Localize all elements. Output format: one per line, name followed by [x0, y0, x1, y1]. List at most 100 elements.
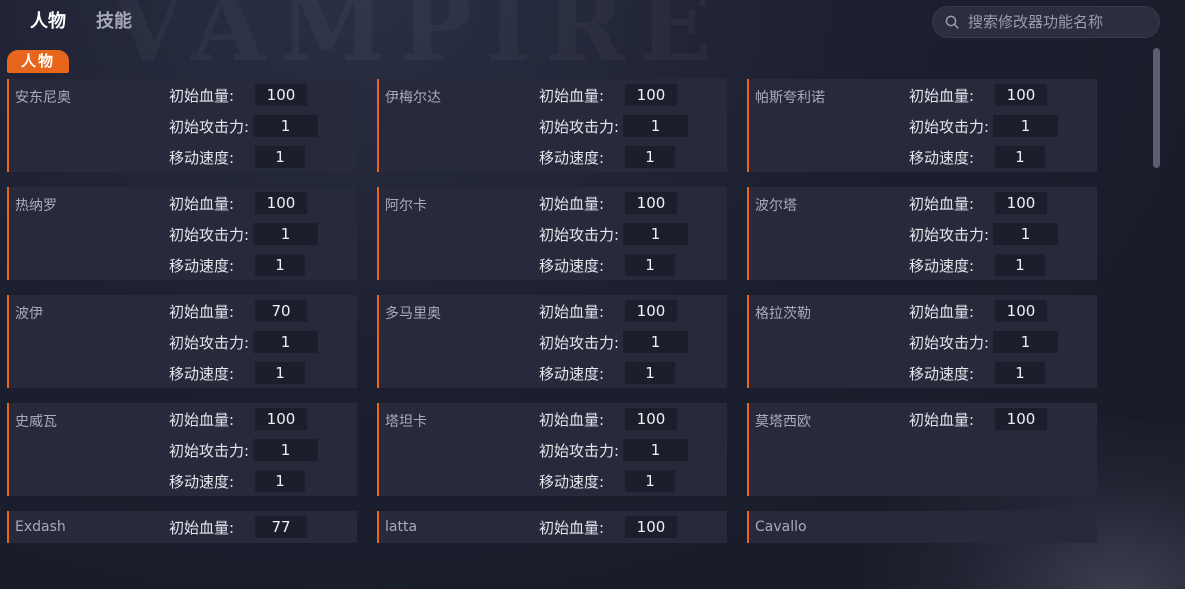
- hp-row: 初始血量: 100: [539, 192, 677, 214]
- hp-field[interactable]: 100: [995, 84, 1047, 106]
- hp-field[interactable]: 100: [255, 192, 307, 214]
- hp-field[interactable]: 100: [995, 300, 1047, 322]
- hp-field[interactable]: 100: [625, 192, 677, 214]
- hp-field[interactable]: 100: [625, 516, 677, 538]
- attack-field[interactable]: 1: [623, 115, 688, 137]
- hp-label: 初始血量:: [909, 302, 975, 321]
- speed-field[interactable]: 1: [255, 254, 305, 276]
- scrollbar[interactable]: [1152, 48, 1161, 538]
- hp-field[interactable]: 100: [625, 300, 677, 322]
- attack-label: 初始攻击力:: [169, 333, 250, 352]
- speed-label: 移动速度:: [539, 148, 605, 167]
- character-card: 多马里奥 初始血量: 100 初始攻击力: 1 移动速度: 1: [377, 295, 727, 388]
- attack-label: 初始攻击力:: [539, 117, 620, 136]
- hp-field[interactable]: 100: [255, 408, 307, 430]
- attack-label: 初始攻击力:: [539, 333, 620, 352]
- hp-row: 初始血量: 100: [169, 408, 307, 430]
- speed-field[interactable]: 1: [995, 146, 1045, 168]
- character-card: Exdash 初始血量: 77: [7, 511, 357, 543]
- hp-field[interactable]: 100: [255, 84, 307, 106]
- character-name: 阿尔卡: [385, 198, 427, 214]
- hp-label: 初始血量:: [539, 86, 605, 105]
- spd-row: 移动速度: 1: [539, 254, 675, 276]
- spd-row: 移动速度: 1: [909, 254, 1045, 276]
- hp-row: 初始血量: 100: [539, 408, 677, 430]
- speed-label: 移动速度:: [909, 148, 975, 167]
- hp-row: 初始血量: 100: [909, 192, 1047, 214]
- speed-field[interactable]: 1: [255, 470, 305, 492]
- spd-row: 移动速度: 1: [909, 146, 1045, 168]
- hp-row: 初始血量: 100: [539, 84, 677, 106]
- speed-field[interactable]: 1: [625, 470, 675, 492]
- hp-field[interactable]: 100: [995, 192, 1047, 214]
- attack-field[interactable]: 1: [253, 115, 318, 137]
- character-list-viewport: 安东尼奥 初始血量: 100 初始攻击力: 1 移动速度: 1 伊梅尔达 初始血量: 100 初始攻…: [0, 78, 1150, 543]
- search-input[interactable]: [966, 12, 1150, 32]
- attack-field[interactable]: 1: [253, 331, 318, 353]
- hp-label: 初始血量:: [909, 410, 975, 429]
- character-card: Cavallo: [747, 511, 1097, 543]
- speed-label: 移动速度:: [169, 472, 235, 491]
- character-card: 伊梅尔达 初始血量: 100 初始攻击力: 1 移动速度: 1: [377, 79, 727, 172]
- speed-field[interactable]: 1: [255, 146, 305, 168]
- atk-row: 初始攻击力: 1: [169, 331, 318, 353]
- hp-label: 初始血量:: [539, 410, 605, 429]
- attack-field[interactable]: 1: [253, 439, 318, 461]
- hp-field[interactable]: 100: [995, 408, 1047, 430]
- character-card: 帕斯夸利诺 初始血量: 100 初始攻击力: 1 移动速度: 1: [747, 79, 1097, 172]
- attack-label: 初始攻击力:: [539, 225, 620, 244]
- speed-label: 移动速度:: [539, 364, 605, 383]
- character-card: 格拉茨勒 初始血量: 100 初始攻击力: 1 移动速度: 1: [747, 295, 1097, 388]
- attack-field[interactable]: 1: [623, 439, 688, 461]
- atk-row: 初始攻击力: 1: [169, 439, 318, 461]
- attack-field[interactable]: 1: [623, 331, 688, 353]
- speed-field[interactable]: 1: [255, 362, 305, 384]
- character-card: 波伊 初始血量: 70 初始攻击力: 1 移动速度: 1: [7, 295, 357, 388]
- hp-label: 初始血量:: [169, 518, 235, 537]
- character-name: 伊梅尔达: [385, 90, 441, 106]
- character-card: 波尔塔 初始血量: 100 初始攻击力: 1 移动速度: 1: [747, 187, 1097, 280]
- search-box[interactable]: [932, 6, 1160, 38]
- tab-characters[interactable]: 人物: [30, 10, 66, 34]
- speed-field[interactable]: 1: [995, 254, 1045, 276]
- speed-field[interactable]: 1: [995, 362, 1045, 384]
- section-header-characters: 人物: [7, 50, 70, 73]
- attack-field[interactable]: 1: [993, 115, 1058, 137]
- character-name: 塔坦卡: [385, 414, 427, 430]
- atk-row: 初始攻击力: 1: [539, 115, 688, 137]
- character-card: 热纳罗 初始血量: 100 初始攻击力: 1 移动速度: 1: [7, 187, 357, 280]
- attack-field[interactable]: 1: [993, 331, 1058, 353]
- speed-label: 移动速度:: [909, 256, 975, 275]
- attack-field[interactable]: 1: [623, 223, 688, 245]
- hp-field[interactable]: 77: [255, 516, 307, 538]
- attack-label: 初始攻击力:: [169, 225, 250, 244]
- hp-field[interactable]: 100: [625, 84, 677, 106]
- spd-row: 移动速度: 1: [539, 470, 675, 492]
- hp-label: 初始血量:: [169, 410, 235, 429]
- spd-row: 移动速度: 1: [909, 362, 1045, 384]
- character-card: 阿尔卡 初始血量: 100 初始攻击力: 1 移动速度: 1: [377, 187, 727, 280]
- speed-field[interactable]: 1: [625, 362, 675, 384]
- hp-field[interactable]: 70: [255, 300, 307, 322]
- spd-row: 移动速度: 1: [169, 146, 305, 168]
- spd-row: 移动速度: 1: [539, 362, 675, 384]
- hp-label: 初始血量:: [169, 302, 235, 321]
- character-name: 安东尼奥: [15, 90, 71, 106]
- character-name: Cavallo: [755, 519, 807, 535]
- speed-field[interactable]: 1: [625, 146, 675, 168]
- atk-row: 初始攻击力: 1: [169, 223, 318, 245]
- speed-label: 移动速度:: [169, 364, 235, 383]
- hp-row: 初始血量: 100: [169, 84, 307, 106]
- character-name: 波伊: [15, 306, 43, 322]
- tab-skills[interactable]: 技能: [96, 10, 132, 34]
- hp-row: 初始血量: 100: [539, 300, 677, 322]
- character-card: 塔坦卡 初始血量: 100 初始攻击力: 1 移动速度: 1: [377, 403, 727, 496]
- hp-label: 初始血量:: [539, 302, 605, 321]
- attack-field[interactable]: 1: [253, 223, 318, 245]
- scrollbar-thumb[interactable]: [1153, 48, 1160, 168]
- attack-field[interactable]: 1: [993, 223, 1058, 245]
- speed-label: 移动速度:: [169, 148, 235, 167]
- hp-field[interactable]: 100: [625, 408, 677, 430]
- hp-label: 初始血量:: [169, 194, 235, 213]
- speed-field[interactable]: 1: [625, 254, 675, 276]
